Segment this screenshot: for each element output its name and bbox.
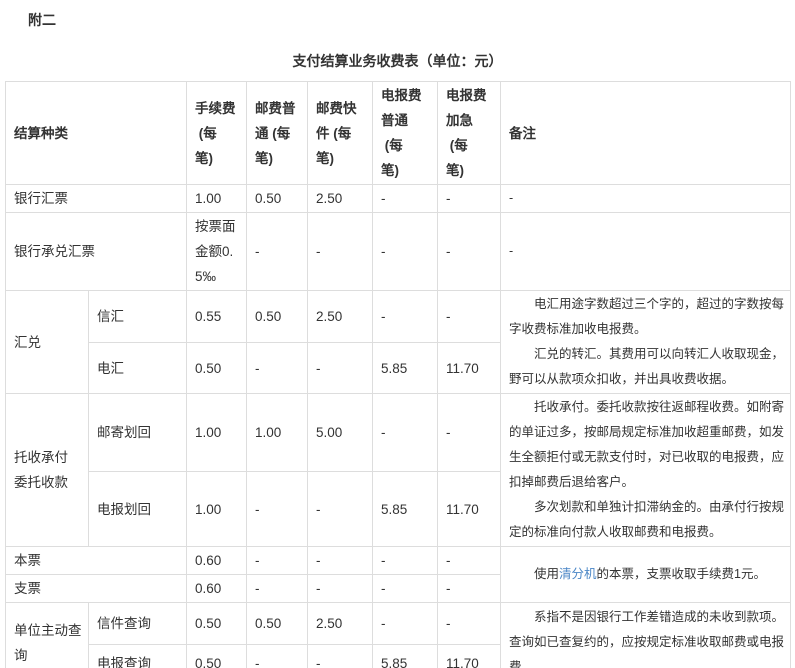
post-normal-cell: - [247,213,308,291]
post-normal-cell: - [247,575,308,603]
post-normal-cell: 0.50 [247,291,308,343]
subcategory-cell: 电报划回 [89,472,187,547]
fee-cell: 0.50 [187,343,247,394]
telegraph-urgent-cell: - [438,291,501,343]
subcategory-cell: 邮寄划回 [89,394,187,472]
fee-cell: 1.00 [187,394,247,472]
row-bank-draft: 银行汇票 1.00 0.50 2.50 - - - [6,185,791,213]
post-normal-cell: - [247,645,308,668]
subcategory-cell: 信汇 [89,291,187,343]
telegraph-urgent-cell: - [438,603,501,645]
header-telegraph-normal: 电报费 普通 (每 笔) [373,82,438,185]
post-normal-cell: - [247,547,308,575]
telegraph-urgent-cell: - [438,394,501,472]
fee-cell: 0.50 [187,603,247,645]
telegraph-urgent-cell: - [438,185,501,213]
post-express-cell: 2.50 [308,291,373,343]
fee-cell: 0.55 [187,291,247,343]
header-row: 结算种类 手续费 (每 笔) 邮费普 通 (每 笔) 邮费快 件 (每 笔) 电… [6,82,791,185]
telegraph-urgent-cell: 11.70 [438,645,501,668]
remark-cell: 电汇用途字数超过三个字的，超过的字数按每 字收费标准加收电报费。 汇兑的转汇。其… [501,291,791,394]
telegraph-urgent-cell: - [438,575,501,603]
fee-cell: 1.00 [187,472,247,547]
category-cell: 支票 [6,575,187,603]
post-express-cell: - [308,645,373,668]
remark-text: 的本票，支票收取手续费1元。 [597,567,766,581]
appendix-label: 附二 [28,10,795,30]
category-cell: 银行汇票 [6,185,187,213]
row-bank-acceptance: 银行承兑汇票 按票面 金额0. 5‰ - - - - - [6,213,791,291]
header-fee: 手续费 (每 笔) [187,82,247,185]
post-normal-cell: 0.50 [247,185,308,213]
page-title: 支付结算业务收费表（单位：元） [0,51,795,71]
fee-cell: 0.60 [187,547,247,575]
telegraph-normal-cell: 5.85 [373,472,438,547]
telegraph-normal-cell: - [373,213,438,291]
telegraph-normal-cell: - [373,185,438,213]
telegraph-normal-cell: 5.85 [373,645,438,668]
category-cell: 汇兑 [6,291,89,394]
post-normal-cell: - [247,343,308,394]
post-express-cell: - [308,343,373,394]
remark-cell: - [501,185,791,213]
remark-cell: 系指不是因银行工作差错造成的未收到款项。 查询如已查复约的，应按规定标准收取邮费… [501,603,791,668]
category-cell: 托收承付 委托收款 [6,394,89,547]
header-category: 结算种类 [6,82,187,185]
note-sorter-link[interactable]: 清分机 [559,567,597,581]
post-normal-cell: - [247,472,308,547]
remark-cell: 托收承付。委托收款按往返邮程收费。如附寄 的单证过多，按邮局规定标准加收超重邮费… [501,394,791,547]
telegraph-normal-cell: - [373,394,438,472]
row-inquiry-letter: 单位主动查 询 信件查询 0.50 0.50 2.50 - - 系指不是因银行工… [6,603,791,645]
telegraph-normal-cell: 5.85 [373,343,438,394]
post-normal-cell: 1.00 [247,394,308,472]
fee-cell: 0.60 [187,575,247,603]
post-express-cell: - [308,547,373,575]
header-post-express: 邮费快 件 (每 笔) [308,82,373,185]
telegraph-normal-cell: - [373,575,438,603]
post-express-cell: - [308,575,373,603]
header-telegraph-urgent: 电报费 加急 (每 笔) [438,82,501,185]
remark-cell: 使用清分机的本票，支票收取手续费1元。 [501,547,791,603]
subcategory-cell: 信件查询 [89,603,187,645]
fee-cell: 0.50 [187,645,247,668]
post-express-cell: 5.00 [308,394,373,472]
row-remittance-letter: 汇兑 信汇 0.55 0.50 2.50 - - 电汇用途字数超过三个字的，超过… [6,291,791,343]
category-cell: 本票 [6,547,187,575]
category-cell: 单位主动查 询 [6,603,89,668]
post-express-cell: 2.50 [308,603,373,645]
fee-table: 结算种类 手续费 (每 笔) 邮费普 通 (每 笔) 邮费快 件 (每 笔) 电… [5,81,791,668]
category-cell: 银行承兑汇票 [6,213,187,291]
post-express-cell: - [308,472,373,547]
post-express-cell: - [308,213,373,291]
subcategory-cell: 电汇 [89,343,187,394]
remark-cell: - [501,213,791,291]
row-promissory-note: 本票 0.60 - - - - 使用清分机的本票，支票收取手续费1元。 [6,547,791,575]
fee-cell: 按票面 金额0. 5‰ [187,213,247,291]
telegraph-urgent-cell: 11.70 [438,343,501,394]
remark-text: 使用 [509,567,559,581]
telegraph-urgent-cell: - [438,213,501,291]
post-express-cell: 2.50 [308,185,373,213]
subcategory-cell: 电报查询 [89,645,187,668]
header-post-normal: 邮费普 通 (每 笔) [247,82,308,185]
telegraph-normal-cell: - [373,547,438,575]
fee-cell: 1.00 [187,185,247,213]
telegraph-urgent-cell: - [438,547,501,575]
telegraph-normal-cell: - [373,603,438,645]
telegraph-urgent-cell: 11.70 [438,472,501,547]
post-normal-cell: 0.50 [247,603,308,645]
header-remark: 备注 [501,82,791,185]
row-collection-mail: 托收承付 委托收款 邮寄划回 1.00 1.00 5.00 - - 托收承付。委… [6,394,791,472]
telegraph-normal-cell: - [373,291,438,343]
